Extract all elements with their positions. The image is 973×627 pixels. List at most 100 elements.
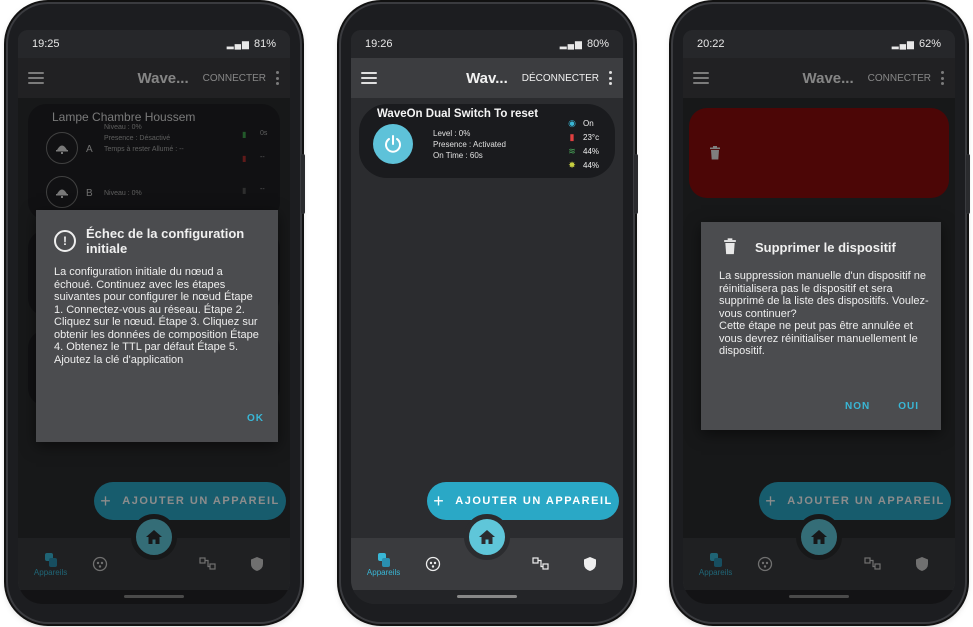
nav-network[interactable] [744,544,786,584]
channel-a-status: 0s [260,130,268,137]
app-bar: Wave... CONNECTER [18,58,290,98]
dialog-title: Échec de la configuration initiale [86,226,245,256]
menu-icon[interactable] [28,72,44,84]
humidity-icon: ▮ [242,186,247,195]
nav-security[interactable] [236,544,278,584]
lamp-icon[interactable] [46,132,78,164]
dialog-no-button[interactable]: NON [845,401,870,412]
side-button [301,154,305,214]
stat-on: ◉ On [567,118,594,129]
stat-humidity-value: 44% [583,147,600,156]
phone-2: 19:26 ▂▄▆ 80% Wav... DÉCONNECTER WaveOn … [341,4,638,622]
stat-light: ✸ 44% [567,160,599,171]
signal-icon: ▂▄▆ [226,38,250,49]
nav-groups[interactable] [187,544,229,584]
power-button[interactable] [373,124,413,164]
shield-icon [584,557,597,571]
dialog-title: Supprimer le dispositif [755,240,896,255]
nav-network[interactable] [412,544,454,584]
lamp-icon[interactable] [46,176,78,208]
setup-failed-dialog: ! Échec de la configuration initiale La … [36,210,278,442]
channel-b-info: Niveau : 0% [104,190,142,197]
dialog-message: La configuration initiale du nœud a écho… [54,266,259,366]
menu-icon[interactable] [361,72,377,84]
device-card[interactable]: WaveOn Dual Switch To reset Level : 0% P… [359,104,615,178]
power-icon [385,135,401,153]
nav-devices[interactable]: Appareils [363,544,405,584]
dash-text: -- [260,186,265,193]
stat-temperature: ▮ 23°c [567,132,600,143]
more-options-icon[interactable] [941,71,945,85]
channel-a-info: Niveau : 0% Presence : Désactivé Temps à… [104,122,184,155]
devices-icon [377,552,390,567]
signal-icon: ▂▄▆ [891,38,915,49]
dialog-ok-button[interactable]: OK [247,413,264,424]
battery-level: 80% [586,38,609,50]
stat-light-value: 44% [583,161,600,170]
more-options-icon[interactable] [276,71,280,85]
nav-devices[interactable]: Appareils [695,544,737,584]
side-button [634,154,638,214]
status-bar: 20:22 ▂▄▆ 62% [683,30,955,58]
stat-humidity: ≋ 44% [567,146,599,157]
level-text: Level : 0% [433,129,471,138]
nav-security[interactable] [569,544,611,584]
nav-devices-label: Appareils [33,567,68,577]
motion-icon: ▮ [242,130,247,139]
menu-icon[interactable] [693,72,709,84]
battery-level: 62% [918,38,941,50]
connect-button[interactable]: CONNECTER [203,73,266,84]
dash-text: -- [260,154,265,161]
channel-a-letter: A [86,144,93,155]
device-info: Level : 0% Presence : Activated On Time … [433,128,506,161]
groups-icon [199,557,216,570]
status-bar: 19:26 ▂▄▆ 80% [351,30,623,58]
stat-temp-value: 23°c [583,133,600,142]
home-button[interactable] [464,514,510,560]
device-card[interactable]: Lampe Chambre Houssem A Niveau : 0% Pres… [28,104,280,220]
light-icon: ✸ [568,160,576,170]
groups-icon [864,557,881,570]
add-device-label: AJOUTER UN APPAREIL [787,495,945,507]
more-options-icon[interactable] [609,71,613,85]
plus-icon: + [433,490,446,511]
app-title: Wave... [802,69,854,87]
home-button[interactable] [131,514,177,560]
disconnect-button[interactable]: DÉCONNECTER [522,73,599,84]
nav-groups[interactable] [520,544,562,584]
status-bar: 19:25 ▂▄▆ 81% [18,30,290,58]
add-device-label: AJOUTER UN APPAREIL [455,495,613,507]
add-device-button[interactable]: + AJOUTER UN APPAREIL [759,482,951,520]
add-device-button[interactable]: + AJOUTER UN APPAREIL [427,482,619,520]
home-icon [479,530,495,544]
on-time-text: On Time : 60s [433,151,483,160]
dialog-yes-button[interactable]: OUI [898,401,919,412]
gesture-bar [18,590,290,604]
network-icon [425,556,440,572]
connect-button[interactable]: CONNECTER [868,73,931,84]
temperature-icon: ▮ [242,154,247,163]
shield-icon [916,557,929,571]
eye-icon: ◉ [568,118,576,128]
side-button [966,154,970,214]
nav-devices[interactable]: Appareils [30,544,72,584]
phone-3: 20:22 ▂▄▆ 62% Wave... CONNECTER + AJOUTE… [673,4,970,622]
status-time: 19:25 [32,38,60,50]
add-device-button[interactable]: + AJOUTER UN APPAREIL [94,482,286,520]
battery-level: 81% [253,38,276,50]
channel-b-letter: B [86,188,93,199]
trash-icon [710,146,720,160]
nav-groups[interactable] [852,544,894,584]
nav-network[interactable] [79,544,121,584]
humidity-icon: ≋ [568,146,576,156]
devices-icon [709,552,722,567]
screen-3: 20:22 ▂▄▆ 62% Wave... CONNECTER + AJOUTE… [683,30,955,604]
groups-icon [532,557,549,570]
home-button[interactable] [796,514,842,560]
signal-icon: ▂▄▆ [559,38,583,49]
delete-swipe-card[interactable] [689,108,949,198]
shield-icon [251,557,264,571]
nav-security[interactable] [901,544,943,584]
presence-text: Presence : Activated [433,140,506,149]
trash-icon [724,238,736,255]
